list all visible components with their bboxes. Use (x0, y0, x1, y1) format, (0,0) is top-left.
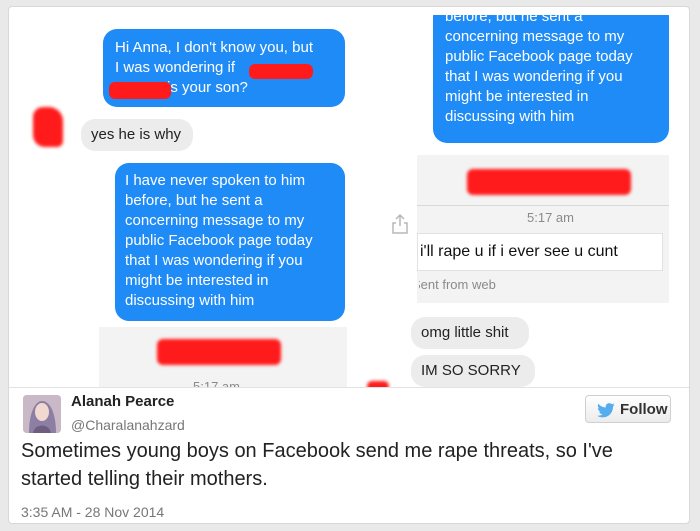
message-time: 5:17 am (527, 210, 574, 225)
threat-text: i'll rape u if i ever see u cunt (420, 243, 618, 260)
share-icon[interactable] (391, 213, 409, 235)
message-time: 5:17 am (193, 379, 240, 387)
reply-text: yes he is why (91, 126, 182, 143)
redaction-name (467, 169, 631, 195)
message-preview: 5:17 am (99, 327, 347, 387)
sent-from-text: Sent from web (419, 277, 496, 292)
follow-label: Follow (620, 401, 668, 418)
redaction-name (109, 82, 171, 99)
redaction-name (157, 339, 281, 365)
message-line: public Facebook page today (445, 48, 633, 65)
message-line: Hi Anna, I don't know you, but (115, 39, 313, 56)
tweet-text: Sometimes young boys on Facebook send me… (21, 440, 613, 490)
message-line: might be interested in (125, 272, 269, 289)
reply-bubble: IM SO SORRY (411, 355, 535, 387)
message-line: concerning message to my (445, 28, 625, 45)
sent-from-label: Sent from web (419, 277, 529, 292)
author-handle[interactable]: @Charalanahzard (71, 417, 185, 433)
avatar[interactable] (23, 395, 61, 433)
message-line: discussing with him (125, 292, 255, 309)
reply-bubble: yes he is why (81, 119, 193, 151)
reply-bubble: omg little shit (411, 317, 529, 349)
message-line: concerning message to my (125, 212, 305, 229)
message-line: that I was wondering if you (125, 252, 303, 269)
messenger-screenshot-left: Hi Anna, I don't know you, but I was won… (17, 15, 355, 387)
avatar-image (23, 395, 61, 433)
message-line: might be interested in (445, 88, 589, 105)
tweet-timestamp[interactable]: 3:35 AM - 28 Nov 2014 (21, 504, 164, 520)
redaction-name (249, 64, 313, 79)
message-line: I have never spoken to him (125, 172, 306, 189)
divider (417, 205, 669, 206)
reply-text: IM SO SORRY (421, 362, 521, 379)
reply-text: omg little shit (421, 324, 509, 341)
threat-message: i'll rape u if i ever see u cunt (417, 233, 663, 271)
message-bubble-concern: before, but he sent a concerning message… (433, 15, 669, 143)
message-line: before, but he sent a (125, 192, 263, 209)
message-line: before, but he sent a (445, 15, 583, 25)
message-line: that I was wondering if you (445, 68, 623, 85)
message-line: public Facebook page today (125, 232, 313, 249)
twitter-bird-icon (597, 403, 615, 418)
tweet-card: Hi Anna, I don't know you, but I was won… (8, 6, 690, 524)
author-name[interactable]: Alanah Pearce (71, 393, 174, 410)
redaction-avatar (33, 107, 63, 147)
follow-button[interactable]: Follow (585, 395, 671, 423)
messenger-screenshot-right: before, but he sent a concerning message… (361, 15, 683, 387)
message-bubble-concern: I have never spoken to him before, but h… (115, 163, 345, 321)
divider (9, 387, 689, 388)
message-line: discussing with him (445, 108, 575, 125)
